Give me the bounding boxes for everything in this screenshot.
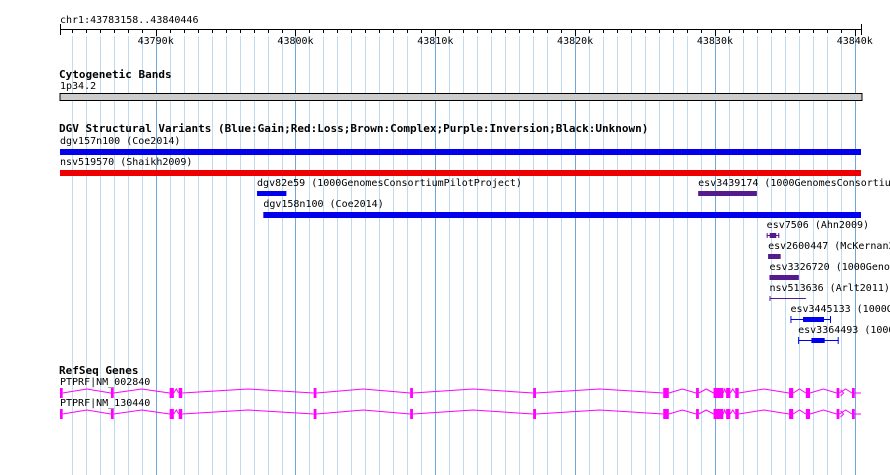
ruler-tick-label: 43830k [697, 36, 733, 47]
gene-exon[interactable] [663, 409, 669, 419]
gene-intron [412, 409, 534, 415]
gene-exon[interactable] [836, 409, 840, 419]
tracks-canvas: 43790k 43800k 43810k 43820k 43830k 43840k dgv1… [59, 24, 890, 419]
gene-exon[interactable] [735, 409, 739, 419]
dgv-feature-label: esv7506 (Ahn2009) [767, 220, 869, 231]
gene-intron [698, 388, 714, 394]
gene-exon[interactable] [533, 409, 536, 419]
gene-exon[interactable] [696, 409, 699, 419]
gene-exon[interactable] [735, 388, 739, 398]
gene-intron [173, 388, 180, 394]
gene-exon[interactable] [805, 409, 811, 419]
gene-exon[interactable] [60, 388, 63, 398]
dgv-feature-label: dgv82e59 (1000GenomesConsortiumPilotProj… [257, 178, 522, 189]
dgv-feature-bar[interactable] [768, 254, 781, 259]
gene-intron [535, 409, 664, 415]
gene-intron [722, 408, 727, 415]
gene-intron [698, 409, 714, 415]
dgv-feature-bar[interactable] [769, 233, 777, 238]
gene-intron [809, 409, 837, 415]
gene-intron [113, 409, 170, 415]
dgv-feature-bar[interactable] [257, 191, 287, 196]
gene-intron [62, 409, 112, 415]
ruler-tick-label: 43800k [277, 36, 313, 47]
gene-exon[interactable] [851, 409, 855, 419]
gene-intron [792, 409, 807, 415]
dgv-feature-label: esv2600447 (McKernan2009) [768, 241, 890, 252]
dgv-feature-bar[interactable] [811, 338, 825, 343]
gene-exon[interactable] [178, 409, 183, 419]
gene-exon[interactable] [789, 409, 794, 419]
gene-exon[interactable] [178, 388, 183, 398]
ruler-tick-label: 43810k [417, 36, 453, 47]
gene-exon[interactable] [726, 388, 731, 398]
gene-exon[interactable] [313, 388, 317, 398]
gene-intron [668, 388, 697, 394]
gene-intron [729, 388, 736, 394]
gene-intron [792, 388, 807, 394]
dgv-feature-bar[interactable] [60, 170, 861, 176]
gene-intron [738, 388, 790, 394]
dgv-feature-label: dgv158n100 (Coe2014) [263, 199, 383, 210]
gene-intron [809, 388, 837, 394]
dgv-feature-bar[interactable] [60, 149, 861, 155]
gene-intron [316, 388, 411, 394]
genome-browser: chr1:43783158..43840446 Cytogenetic Band… [0, 0, 890, 475]
gene-exon[interactable] [169, 388, 174, 398]
gene-intron [722, 387, 727, 394]
ruler-tick-label: 43790k [138, 36, 174, 47]
dgv-feature-label: esv3364493 (1000GenomesConsortiumPilotPr… [798, 325, 890, 336]
gene-exon[interactable] [410, 409, 413, 419]
gene-exon[interactable] [313, 409, 317, 419]
dgv-feature-label: nsv519570 (Shaikh2009) [60, 157, 192, 168]
dgv-feature-bar[interactable] [698, 191, 757, 196]
gene-exon[interactable] [533, 388, 536, 398]
dgv-feature-bar[interactable] [769, 275, 799, 280]
gene-label: PTPRF|NM_002840 [60, 377, 150, 388]
gene-exon[interactable] [60, 409, 63, 419]
gene-exon[interactable] [110, 409, 114, 419]
gene-intron [668, 409, 697, 415]
gene-intron [182, 409, 314, 415]
dgv-feature-label: dgv157n100 (Coe2014) [60, 136, 180, 147]
gene-exon[interactable] [663, 388, 669, 398]
ruler-tick-label: 43840k [837, 36, 873, 47]
gene-exon[interactable] [110, 388, 114, 398]
gene-exon[interactable] [169, 409, 174, 419]
gene-exon[interactable] [789, 388, 794, 398]
gene-intron [316, 409, 411, 415]
ruler-tick-label: 43820k [557, 36, 593, 47]
gene-intron [62, 388, 112, 394]
gene-exon[interactable] [696, 388, 699, 398]
gene-exon[interactable] [836, 388, 840, 398]
gene-exon[interactable] [851, 388, 855, 398]
dgv-feature-bar[interactable] [263, 212, 861, 218]
gene-exon[interactable] [713, 388, 724, 398]
gene-exon[interactable] [805, 388, 811, 398]
gene-intron [412, 388, 534, 394]
cytoband-bar[interactable] [59, 93, 863, 101]
gene-intron [182, 388, 314, 394]
gene-intron [738, 409, 790, 415]
gene-exon[interactable] [726, 409, 731, 419]
gene-intron [113, 388, 170, 394]
gene-exon[interactable] [713, 409, 724, 419]
gene-intron [535, 388, 664, 394]
dgv-feature-label: esv3439174 (1000GenomesConsortiumPilotPr… [698, 178, 890, 189]
gene-exon[interactable] [410, 388, 413, 398]
dgv-feature-label: esv3326720 (1000GenomesConsortiumPilotPr… [769, 262, 890, 273]
dgv-feature-label: nsv513636 (Arlt2011) [769, 283, 889, 294]
gene-intron [729, 409, 736, 415]
dgv-feature-label: esv3445133 (1000GenomesConsortiumPilotPr… [790, 304, 890, 315]
gene-label: PTPRF|NM_130440 [60, 398, 150, 409]
dgv-feature-bar[interactable] [803, 317, 825, 322]
gene-intron [173, 409, 180, 415]
